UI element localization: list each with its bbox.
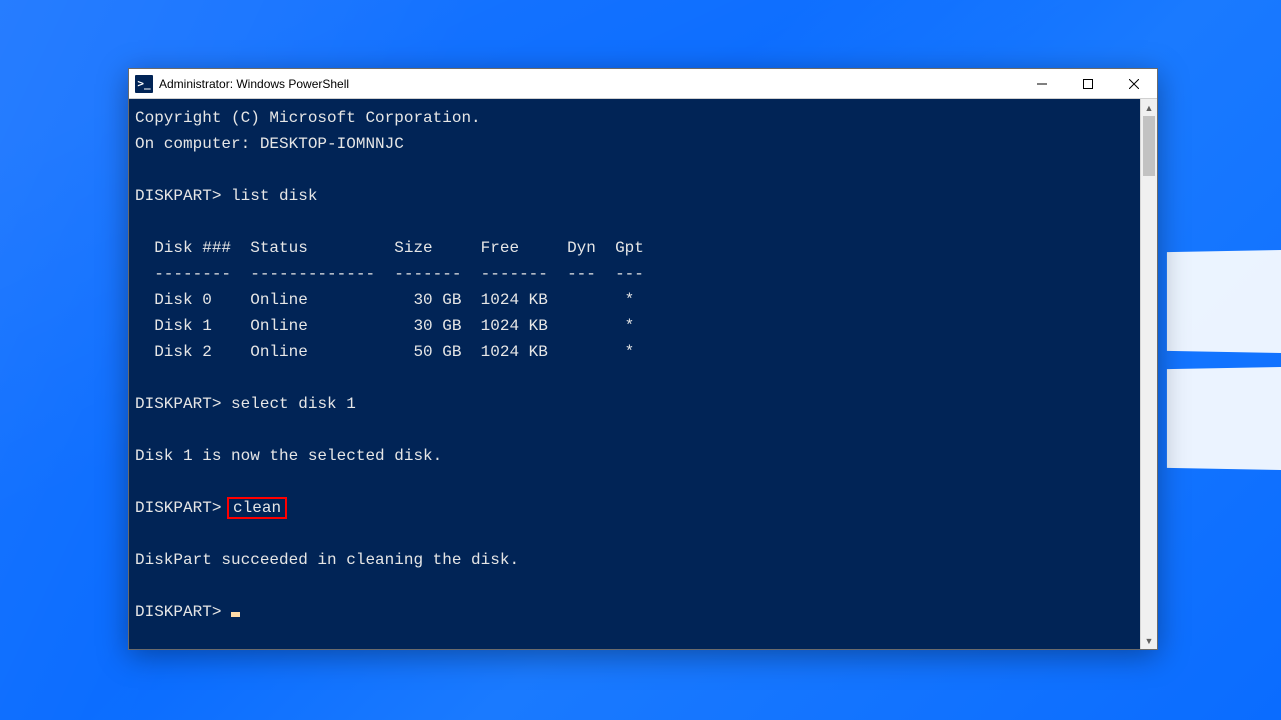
copyright-line: Copyright (C) Microsoft Corporation. xyxy=(135,109,481,127)
scroll-down-arrow-icon[interactable]: ▼ xyxy=(1141,632,1157,649)
msg-selected: Disk 1 is now the selected disk. xyxy=(135,447,442,465)
disk-table-divider: -------- ------------- ------- ------- -… xyxy=(135,265,644,283)
cmd-list-disk: list disk xyxy=(231,187,317,205)
prompt: DISKPART> xyxy=(135,499,221,517)
prompt: DISKPART> xyxy=(135,603,221,621)
scroll-up-arrow-icon[interactable]: ▲ xyxy=(1141,99,1157,116)
maximize-button[interactable] xyxy=(1065,69,1111,99)
table-row: Disk 2 Online 50 GB 1024 KB * xyxy=(135,343,634,361)
vertical-scrollbar[interactable]: ▲ ▼ xyxy=(1140,99,1157,649)
windows-logo xyxy=(1161,250,1281,470)
cmd-clean-highlighted: clean xyxy=(227,497,287,519)
window-title: Administrator: Windows PowerShell xyxy=(159,77,349,91)
prompt: DISKPART> xyxy=(135,187,221,205)
cmd-select-disk: select disk 1 xyxy=(231,395,356,413)
close-button[interactable] xyxy=(1111,69,1157,99)
table-row: Disk 1 Online 30 GB 1024 KB * xyxy=(135,317,634,335)
client-area: Copyright (C) Microsoft Corporation. On … xyxy=(129,99,1157,649)
cursor xyxy=(231,612,240,617)
powershell-icon: >_ xyxy=(135,75,153,93)
titlebar[interactable]: >_ Administrator: Windows PowerShell xyxy=(129,69,1157,99)
msg-cleaned: DiskPart succeeded in cleaning the disk. xyxy=(135,551,519,569)
table-row: Disk 0 Online 30 GB 1024 KB * xyxy=(135,291,634,309)
prompt: DISKPART> xyxy=(135,395,221,413)
minimize-button[interactable] xyxy=(1019,69,1065,99)
computer-line: On computer: DESKTOP-IOMNNJC xyxy=(135,135,404,153)
disk-table-header: Disk ### Status Size Free Dyn Gpt xyxy=(135,239,644,257)
scrollbar-thumb[interactable] xyxy=(1143,116,1155,176)
terminal-output[interactable]: Copyright (C) Microsoft Corporation. On … xyxy=(129,99,1140,649)
powershell-window: >_ Administrator: Windows PowerShell Cop… xyxy=(128,68,1158,650)
